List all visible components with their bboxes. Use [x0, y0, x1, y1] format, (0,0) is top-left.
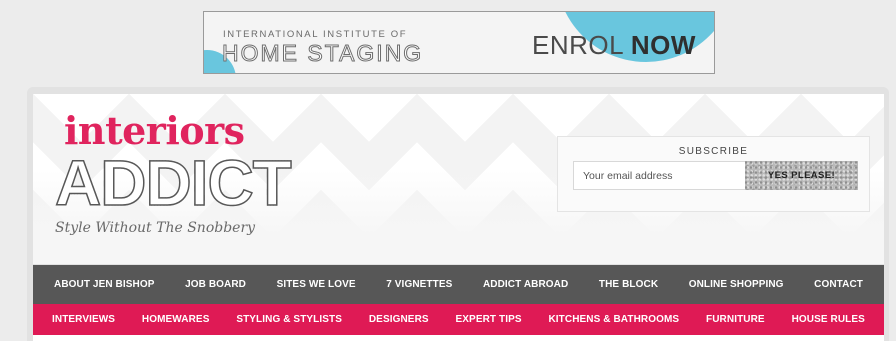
nav-item-7-vignettes[interactable]: 7 VIGNETTES — [386, 279, 452, 290]
nav-item-addict-abroad[interactable]: ADDICT ABROAD — [483, 279, 568, 290]
category-item-interviews[interactable]: INTERVIEWS — [52, 314, 115, 325]
subscribe-box: SUBSCRIBE YES PLEASE! — [557, 136, 870, 212]
category-item-styling-stylists[interactable]: STYLING & STYLISTS — [236, 314, 342, 325]
content-area — [33, 335, 884, 341]
logo-text-addict[interactable]: ADDICT — [54, 146, 292, 220]
ad-cta-light: ENROL — [532, 30, 624, 60]
nav-item-online-shopping[interactable]: ONLINE SHOPPING — [689, 279, 784, 290]
subscribe-title: SUBSCRIBE — [678, 146, 749, 157]
category-item-homewares[interactable]: HOMEWARES — [142, 314, 210, 325]
primary-nav: ABOUT JEN BISHOP JOB BOARD SITES WE LOVE… — [33, 265, 884, 304]
nav-item-about-jen-bishop[interactable]: ABOUT JEN BISHOP — [54, 279, 155, 290]
nav-item-job-board[interactable]: JOB BOARD — [185, 279, 246, 290]
banner-ad[interactable]: INTERNATIONAL INSTITUTE OF HOME STAGING … — [203, 11, 715, 74]
category-item-house-rules[interactable]: HOUSE RULES — [792, 314, 865, 325]
email-input[interactable] — [573, 161, 746, 190]
subscribe-button[interactable]: YES PLEASE! — [745, 161, 858, 190]
category-item-designers[interactable]: DESIGNERS — [369, 314, 429, 325]
site-tagline: Style Without The Snobbery — [55, 220, 256, 236]
category-item-kitchens-bathrooms[interactable]: KITCHENS & BATHROOMS — [548, 314, 679, 325]
ad-cta-bold: NOW — [630, 30, 696, 60]
category-nav: INTERVIEWS HOMEWARES STYLING & STYLISTS … — [33, 304, 884, 335]
nav-item-the-block[interactable]: THE BLOCK — [599, 279, 658, 290]
nav-item-sites-we-love[interactable]: SITES WE LOVE — [277, 279, 356, 290]
ad-heading: INTERNATIONAL INSTITUTE OF — [223, 29, 408, 40]
category-item-furniture[interactable]: FURNITURE — [706, 314, 765, 325]
ad-title: HOME STAGING — [221, 40, 424, 67]
category-item-expert-tips[interactable]: EXPERT TIPS — [456, 314, 522, 325]
nav-item-contact[interactable]: CONTACT — [814, 279, 863, 290]
ad-cta[interactable]: ENROL NOW — [532, 30, 696, 61]
